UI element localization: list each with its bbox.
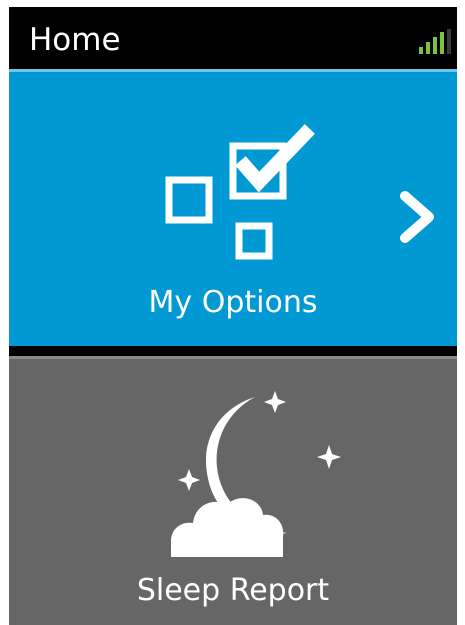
- moon-stars-cloud-icon: [171, 391, 341, 557]
- sleep-report-label: Sleep Report: [136, 573, 330, 608]
- sleep-report-tile[interactable]: Sleep Report: [9, 356, 457, 625]
- status-bar: Home: [9, 7, 457, 69]
- signal-bars-icon: [419, 29, 451, 54]
- chevron-right-icon[interactable]: [397, 190, 441, 244]
- my-options-label: My Options: [148, 285, 318, 320]
- device-screen: Home My Options Sleep Report: [9, 7, 457, 625]
- checkbox-options-icon: [165, 124, 315, 260]
- page-title: Home: [29, 22, 121, 58]
- my-options-tile[interactable]: My Options: [9, 69, 457, 346]
